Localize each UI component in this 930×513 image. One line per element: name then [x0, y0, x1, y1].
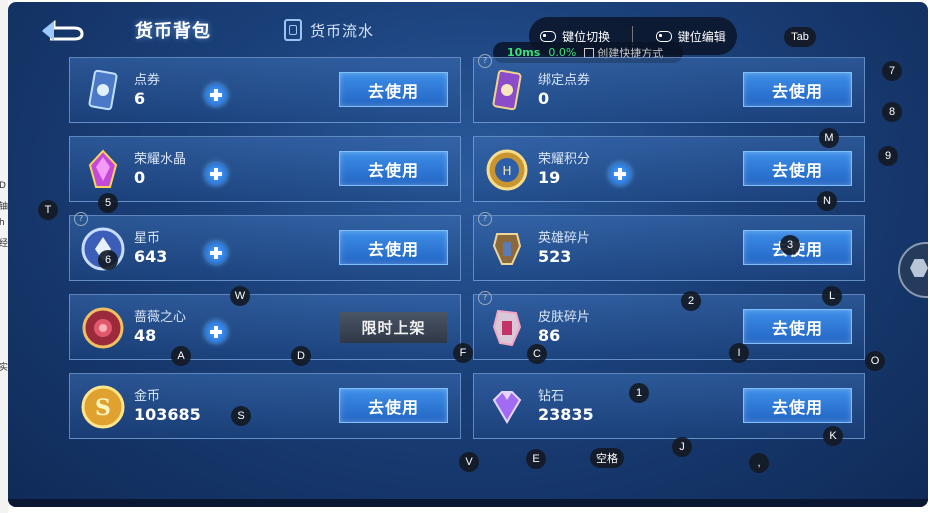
use-button[interactable]: 去使用: [339, 151, 448, 186]
gutter-char: 经: [0, 239, 9, 249]
key-hint-d[interactable]: D: [291, 346, 311, 366]
currency-card-glory-crystal: 荣耀水晶 0 去使用: [69, 136, 461, 202]
crystal-icon: [88, 149, 118, 188]
key-hint-tab[interactable]: Tab: [784, 27, 816, 47]
add-icon[interactable]: [205, 321, 227, 343]
back-button[interactable]: [40, 18, 86, 44]
key-hint-s[interactable]: S: [231, 406, 251, 426]
currency-amount: 86: [538, 326, 561, 345]
key-hint-j[interactable]: J: [672, 437, 692, 457]
use-button[interactable]: 去使用: [743, 151, 852, 186]
left-gutter: D 铀 h 经 实: [0, 0, 8, 513]
shortcut-icon: [584, 47, 595, 58]
side-drawer-handle[interactable]: [898, 242, 928, 298]
key-hint-v[interactable]: V: [459, 452, 479, 472]
key-hint-k[interactable]: K: [823, 426, 843, 446]
limited-time-badge: 限时上架: [340, 312, 447, 343]
gamepad-icon: [655, 30, 672, 42]
currency-name: 荣耀积分: [538, 152, 591, 167]
use-button[interactable]: 去使用: [339, 388, 448, 423]
currency-amount: 48: [134, 326, 157, 345]
add-icon[interactable]: [609, 163, 631, 185]
currency-name: 蔷薇之心: [134, 310, 187, 325]
key-hint-5[interactable]: 5: [98, 193, 118, 213]
gutter-char: 铀: [0, 202, 9, 212]
ledger-icon: [284, 19, 302, 41]
key-hint-3[interactable]: 3: [780, 235, 800, 255]
use-button[interactable]: 去使用: [743, 72, 852, 107]
currency-amount: 0: [134, 168, 146, 187]
hero-fragment-icon: [492, 233, 522, 265]
key-hint-9[interactable]: 9: [878, 146, 898, 166]
key-hint-8[interactable]: 8: [882, 102, 902, 122]
key-hint-1[interactable]: 1: [629, 383, 649, 403]
key-hint-7[interactable]: 7: [882, 61, 902, 81]
key-hint-a[interactable]: A: [171, 346, 191, 366]
use-button[interactable]: 去使用: [339, 72, 448, 107]
key-hint-l[interactable]: L: [822, 286, 842, 306]
currency-card-gold: S 金币 103685 去使用: [69, 373, 461, 439]
gutter-char: h: [0, 218, 5, 228]
coupon-card-icon: [88, 69, 118, 111]
currency-amount: 23835: [538, 405, 594, 424]
currency-name: 金币: [134, 389, 161, 404]
use-button[interactable]: 去使用: [743, 388, 852, 423]
currency-name: 绑定点券: [538, 73, 591, 88]
gold-coin-icon: S: [81, 385, 125, 429]
back-arrow-icon: [42, 19, 84, 41]
use-button[interactable]: 去使用: [339, 230, 448, 265]
currency-name: 钻石: [538, 389, 565, 404]
currency-amount: 0: [538, 89, 550, 108]
gutter-char: D: [0, 181, 6, 191]
currency-name: 点券: [134, 73, 161, 88]
currency-name: 皮肤碎片: [538, 310, 591, 325]
use-button[interactable]: 去使用: [743, 309, 852, 344]
currency-amount: 19: [538, 168, 561, 187]
game-window: 货币背包 货币流水 键位切换 键位编辑 10ms 0.0% 创建快捷方式 点券 …: [8, 2, 928, 507]
currency-card-hero-fragment: ? 英雄碎片 523 去使用: [473, 212, 865, 281]
currency-card-star-coin: ? 星币 643 去使用: [69, 212, 461, 281]
skin-fragment-icon: [492, 309, 522, 347]
key-hint-space[interactable]: 空格: [590, 448, 624, 468]
svg-text:H: H: [502, 164, 511, 178]
currency-amount: 6: [134, 89, 146, 108]
key-hint-e[interactable]: E: [526, 449, 546, 469]
add-icon[interactable]: [205, 242, 227, 264]
key-hint-c[interactable]: C: [527, 344, 547, 364]
key-hint-2[interactable]: 2: [681, 291, 701, 311]
rose-heart-icon: [82, 307, 124, 349]
currency-amount: 523: [538, 247, 572, 266]
currency-name: 荣耀水晶: [134, 152, 187, 167]
currency-amount: 643: [134, 247, 168, 266]
add-icon[interactable]: [205, 163, 227, 185]
currency-name: 星币: [134, 231, 161, 246]
bound-coupon-card-icon: [492, 69, 522, 111]
gamepad-icon: [540, 30, 557, 42]
gutter-char: 实: [0, 363, 9, 373]
diamond-icon: [492, 391, 522, 424]
glory-points-icon: H: [486, 149, 528, 191]
svg-text:S: S: [95, 395, 111, 421]
key-hint-6[interactable]: 6: [98, 250, 118, 270]
currency-card-bound-coupon: ? 绑定点券 0 去使用: [473, 54, 865, 123]
currency-card-glory-points: H 荣耀积分 19 去使用: [473, 136, 865, 202]
key-hint-n[interactable]: N: [817, 191, 837, 211]
currency-card-rose-heart: 蔷薇之心 48 限时上架: [69, 294, 461, 360]
key-hint-m[interactable]: M: [819, 128, 839, 148]
key-hint-comma[interactable]: ,: [749, 453, 769, 473]
tab-currency-flow-label: 货币流水: [310, 21, 375, 40]
key-hint-i[interactable]: I: [729, 343, 749, 363]
currency-card-coupon: 点券 6 去使用: [69, 57, 461, 123]
key-hint-o[interactable]: O: [865, 351, 885, 371]
key-hint-w[interactable]: W: [230, 286, 250, 306]
key-hint-t[interactable]: T: [38, 200, 58, 220]
currency-name: 英雄碎片: [538, 231, 591, 246]
add-icon[interactable]: [205, 84, 227, 106]
tab-currency-backpack[interactable]: 货币背包: [135, 17, 211, 43]
currency-amount: 103685: [134, 405, 201, 424]
tab-currency-flow[interactable]: 货币流水: [284, 19, 374, 41]
currency-card-diamond: 钻石 23835 去使用: [473, 373, 865, 439]
key-edit-label: 键位编辑: [677, 29, 726, 44]
key-hint-f[interactable]: F: [453, 343, 473, 363]
